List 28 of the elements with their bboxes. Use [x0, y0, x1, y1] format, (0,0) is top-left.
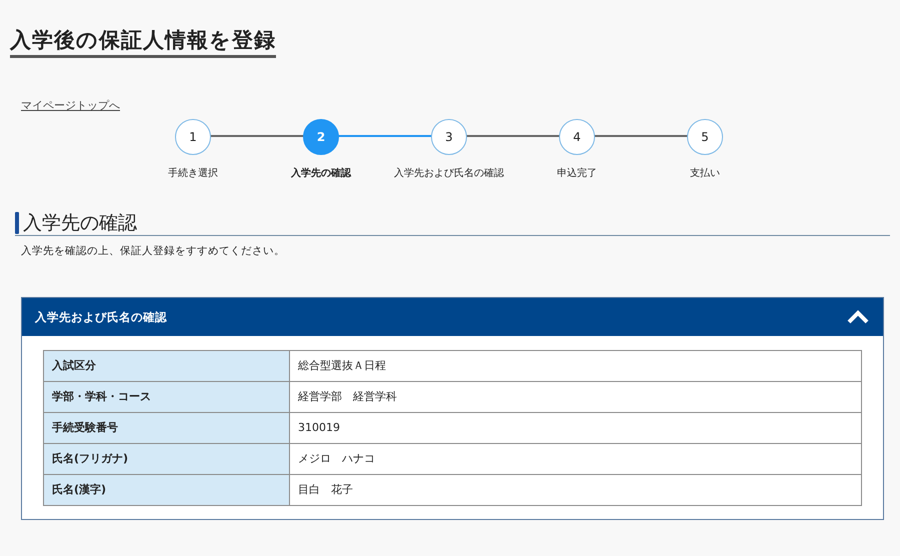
row-label: 氏名(フリガナ): [44, 444, 290, 475]
step-circle: 5: [687, 118, 723, 155]
step-circle: 1: [175, 118, 211, 155]
row-label: 入試区分: [44, 350, 290, 382]
section-heading: 入学先の確認: [23, 210, 137, 235]
row-value: メジロ ハナコ: [290, 444, 862, 475]
chevron-up-icon[interactable]: [847, 310, 869, 324]
back-link[interactable]: マイページトップへ: [21, 98, 120, 115]
row-value: 310019: [290, 412, 862, 444]
step-circle: 3: [431, 118, 467, 155]
step-circle: 2: [303, 118, 339, 155]
section-description: 入学先を確認の上、保証人登録をすすめてください。: [21, 244, 286, 259]
row-label: 手続受験番号: [44, 412, 290, 444]
heading-accent: [15, 212, 19, 234]
row-value: 総合型選抜Ａ日程: [290, 350, 862, 382]
step-label: 入学先の確認: [291, 166, 351, 181]
step-label: 支払い: [690, 166, 720, 181]
step-circle: 4: [559, 118, 595, 155]
page-title: 入学後の保証人情報を登録: [10, 28, 276, 58]
row-value: 目白 花子: [290, 474, 862, 506]
step-label: 入学先および氏名の確認: [394, 166, 504, 181]
panel-header[interactable]: 入学先および氏名の確認: [22, 298, 883, 336]
step-label: 申込完了: [557, 166, 597, 181]
row-value: 経営学部 経営学科: [290, 382, 862, 413]
step-label: 手続き選択: [168, 166, 218, 181]
panel-title: 入学先および氏名の確認: [35, 308, 167, 326]
row-label: 学部・学科・コース: [44, 382, 290, 413]
row-label: 氏名(漢字): [44, 474, 290, 506]
